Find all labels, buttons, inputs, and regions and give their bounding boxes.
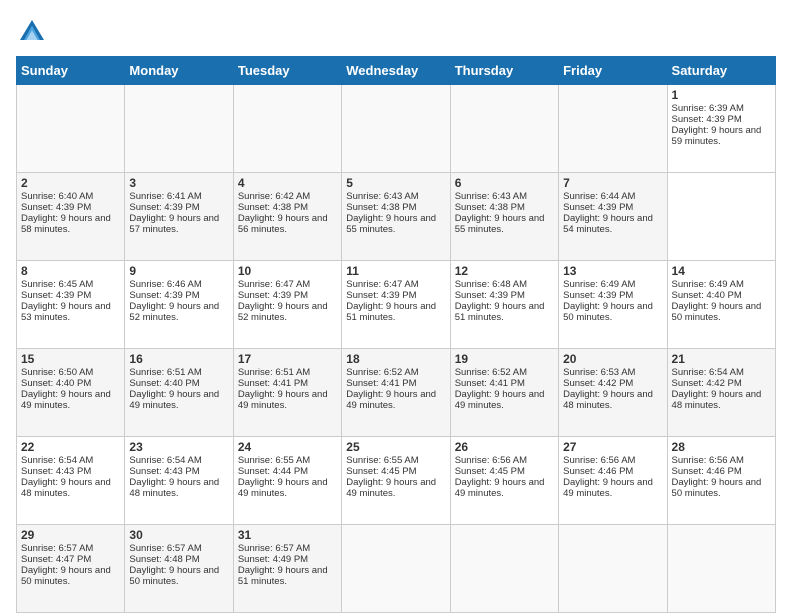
day-cell-19: 19Sunrise: 6:52 AMSunset: 4:41 PMDayligh… xyxy=(450,349,558,437)
col-header-friday: Friday xyxy=(559,57,667,85)
empty-cell xyxy=(342,525,450,613)
day-number: 1 xyxy=(672,88,771,102)
week-row-1: 2Sunrise: 6:40 AMSunset: 4:39 PMDaylight… xyxy=(17,173,776,261)
day-cell-30: 30Sunrise: 6:57 AMSunset: 4:48 PMDayligh… xyxy=(125,525,233,613)
day-cell-8: 8Sunrise: 6:45 AMSunset: 4:39 PMDaylight… xyxy=(17,261,125,349)
week-row-3: 15Sunrise: 6:50 AMSunset: 4:40 PMDayligh… xyxy=(17,349,776,437)
day-number: 24 xyxy=(238,440,337,454)
empty-cell xyxy=(667,525,775,613)
col-header-sunday: Sunday xyxy=(17,57,125,85)
day-cell-23: 23Sunrise: 6:54 AMSunset: 4:43 PMDayligh… xyxy=(125,437,233,525)
day-number: 29 xyxy=(21,528,120,542)
day-number: 16 xyxy=(129,352,228,366)
col-header-tuesday: Tuesday xyxy=(233,57,341,85)
empty-cell xyxy=(450,525,558,613)
day-number: 28 xyxy=(672,440,771,454)
day-cell-29: 29Sunrise: 6:57 AMSunset: 4:47 PMDayligh… xyxy=(17,525,125,613)
day-cell-3: 3Sunrise: 6:41 AMSunset: 4:39 PMDaylight… xyxy=(125,173,233,261)
day-number: 26 xyxy=(455,440,554,454)
header-row: SundayMondayTuesdayWednesdayThursdayFrid… xyxy=(17,57,776,85)
day-number: 7 xyxy=(563,176,662,190)
day-cell-28: 28Sunrise: 6:56 AMSunset: 4:46 PMDayligh… xyxy=(667,437,775,525)
day-cell-6: 6Sunrise: 6:43 AMSunset: 4:38 PMDaylight… xyxy=(450,173,558,261)
day-number: 6 xyxy=(455,176,554,190)
day-cell-26: 26Sunrise: 6:56 AMSunset: 4:45 PMDayligh… xyxy=(450,437,558,525)
day-cell-5: 5Sunrise: 6:43 AMSunset: 4:38 PMDaylight… xyxy=(342,173,450,261)
day-number: 21 xyxy=(672,352,771,366)
day-number: 13 xyxy=(563,264,662,278)
calendar-table: SundayMondayTuesdayWednesdayThursdayFrid… xyxy=(16,56,776,613)
day-cell-14: 14Sunrise: 6:49 AMSunset: 4:40 PMDayligh… xyxy=(667,261,775,349)
day-number: 15 xyxy=(21,352,120,366)
calendar-page: SundayMondayTuesdayWednesdayThursdayFrid… xyxy=(0,0,792,612)
day-cell-31: 31Sunrise: 6:57 AMSunset: 4:49 PMDayligh… xyxy=(233,525,341,613)
day-cell-1: 1Sunrise: 6:39 AMSunset: 4:39 PMDaylight… xyxy=(667,85,775,173)
day-cell-2: 2Sunrise: 6:40 AMSunset: 4:39 PMDaylight… xyxy=(17,173,125,261)
logo xyxy=(16,16,52,48)
day-cell-7: 7Sunrise: 6:44 AMSunset: 4:39 PMDaylight… xyxy=(559,173,667,261)
day-cell-21: 21Sunrise: 6:54 AMSunset: 4:42 PMDayligh… xyxy=(667,349,775,437)
logo-icon xyxy=(16,16,48,48)
empty-cell xyxy=(17,85,125,173)
day-number: 30 xyxy=(129,528,228,542)
day-number: 8 xyxy=(21,264,120,278)
day-number: 5 xyxy=(346,176,445,190)
day-cell-10: 10Sunrise: 6:47 AMSunset: 4:39 PMDayligh… xyxy=(233,261,341,349)
day-number: 18 xyxy=(346,352,445,366)
day-cell-15: 15Sunrise: 6:50 AMSunset: 4:40 PMDayligh… xyxy=(17,349,125,437)
day-number: 9 xyxy=(129,264,228,278)
day-number: 22 xyxy=(21,440,120,454)
empty-cell xyxy=(450,85,558,173)
day-cell-18: 18Sunrise: 6:52 AMSunset: 4:41 PMDayligh… xyxy=(342,349,450,437)
day-number: 19 xyxy=(455,352,554,366)
day-cell-25: 25Sunrise: 6:55 AMSunset: 4:45 PMDayligh… xyxy=(342,437,450,525)
col-header-wednesday: Wednesday xyxy=(342,57,450,85)
col-header-saturday: Saturday xyxy=(667,57,775,85)
day-cell-4: 4Sunrise: 6:42 AMSunset: 4:38 PMDaylight… xyxy=(233,173,341,261)
day-number: 2 xyxy=(21,176,120,190)
day-number: 27 xyxy=(563,440,662,454)
day-cell-12: 12Sunrise: 6:48 AMSunset: 4:39 PMDayligh… xyxy=(450,261,558,349)
week-row-4: 22Sunrise: 6:54 AMSunset: 4:43 PMDayligh… xyxy=(17,437,776,525)
calendar-body: 1Sunrise: 6:39 AMSunset: 4:39 PMDaylight… xyxy=(17,85,776,613)
col-header-monday: Monday xyxy=(125,57,233,85)
day-number: 10 xyxy=(238,264,337,278)
day-cell-22: 22Sunrise: 6:54 AMSunset: 4:43 PMDayligh… xyxy=(17,437,125,525)
day-cell-13: 13Sunrise: 6:49 AMSunset: 4:39 PMDayligh… xyxy=(559,261,667,349)
day-number: 31 xyxy=(238,528,337,542)
day-number: 11 xyxy=(346,264,445,278)
empty-cell xyxy=(559,85,667,173)
calendar-header: SundayMondayTuesdayWednesdayThursdayFrid… xyxy=(17,57,776,85)
week-row-2: 8Sunrise: 6:45 AMSunset: 4:39 PMDaylight… xyxy=(17,261,776,349)
day-cell-11: 11Sunrise: 6:47 AMSunset: 4:39 PMDayligh… xyxy=(342,261,450,349)
day-cell-9: 9Sunrise: 6:46 AMSunset: 4:39 PMDaylight… xyxy=(125,261,233,349)
day-number: 3 xyxy=(129,176,228,190)
empty-cell xyxy=(342,85,450,173)
day-number: 20 xyxy=(563,352,662,366)
empty-cell xyxy=(233,85,341,173)
empty-cell xyxy=(559,525,667,613)
day-number: 14 xyxy=(672,264,771,278)
day-number: 4 xyxy=(238,176,337,190)
week-row-5: 29Sunrise: 6:57 AMSunset: 4:47 PMDayligh… xyxy=(17,525,776,613)
day-cell-16: 16Sunrise: 6:51 AMSunset: 4:40 PMDayligh… xyxy=(125,349,233,437)
header xyxy=(16,16,776,48)
week-row-0: 1Sunrise: 6:39 AMSunset: 4:39 PMDaylight… xyxy=(17,85,776,173)
day-cell-24: 24Sunrise: 6:55 AMSunset: 4:44 PMDayligh… xyxy=(233,437,341,525)
day-cell-20: 20Sunrise: 6:53 AMSunset: 4:42 PMDayligh… xyxy=(559,349,667,437)
col-header-thursday: Thursday xyxy=(450,57,558,85)
day-cell-17: 17Sunrise: 6:51 AMSunset: 4:41 PMDayligh… xyxy=(233,349,341,437)
day-number: 17 xyxy=(238,352,337,366)
day-number: 23 xyxy=(129,440,228,454)
day-number: 12 xyxy=(455,264,554,278)
day-cell-27: 27Sunrise: 6:56 AMSunset: 4:46 PMDayligh… xyxy=(559,437,667,525)
day-number: 25 xyxy=(346,440,445,454)
empty-cell xyxy=(125,85,233,173)
